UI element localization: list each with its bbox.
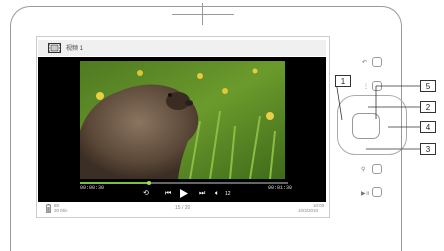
callout-lines <box>335 80 420 150</box>
callout-3: 3 <box>420 143 436 155</box>
callout-5: 5 <box>420 80 436 92</box>
callout-1: 1 <box>335 75 351 87</box>
callout-4: 4 <box>420 121 436 133</box>
callout-2: 2 <box>420 101 436 113</box>
